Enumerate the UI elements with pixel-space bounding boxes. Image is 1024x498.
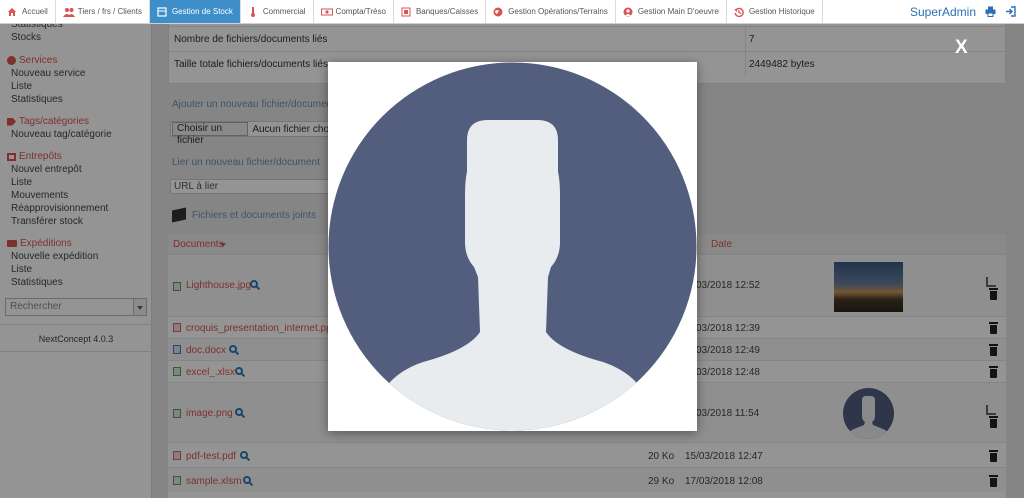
- stock-icon: [157, 6, 167, 17]
- tab-banques[interactable]: Banques/Caisses: [394, 0, 487, 23]
- user-area: SuperAdmin: [910, 0, 1024, 23]
- tab-label: Gestion Opérations/Terrains: [508, 7, 608, 16]
- tab-label: Commercial: [262, 7, 306, 16]
- tab-historique[interactable]: Gestion Historique: [727, 0, 823, 23]
- print-icon[interactable]: [985, 6, 996, 17]
- tab-label: Gestion Historique: [748, 7, 815, 16]
- tab-operations[interactable]: Gestion Opérations/Terrains: [486, 0, 616, 23]
- avatar-placeholder-image: [328, 62, 697, 431]
- users-icon: [62, 7, 75, 17]
- tab-tiers[interactable]: Tiers / frs / Clients: [56, 0, 150, 23]
- globe-icon: [493, 7, 503, 17]
- bank-icon: [401, 7, 411, 17]
- thermometer-icon: [248, 6, 258, 17]
- tab-label: Compta/Tréso: [335, 7, 386, 16]
- tab-compta[interactable]: Compta/Tréso: [314, 0, 394, 23]
- worker-icon: [623, 7, 633, 17]
- tab-label: Gestion de Stock: [171, 7, 233, 16]
- tab-label: Accueil: [22, 7, 48, 16]
- top-navigation-bar: Accueil Tiers / frs / Clients Gestion de…: [0, 0, 1024, 24]
- tab-label: Gestion Main D'oeuvre: [637, 7, 719, 16]
- username-link[interactable]: SuperAdmin: [910, 5, 976, 19]
- history-icon: [733, 7, 744, 17]
- tab-gestion-stock[interactable]: Gestion de Stock: [149, 0, 241, 23]
- tab-commercial[interactable]: Commercial: [241, 0, 314, 23]
- close-icon[interactable]: X: [955, 38, 968, 58]
- logout-icon[interactable]: [1005, 6, 1016, 17]
- tab-main-doeuvre[interactable]: Gestion Main D'oeuvre: [616, 0, 727, 23]
- home-icon: [7, 7, 17, 17]
- tab-accueil[interactable]: Accueil: [0, 0, 56, 23]
- lightbox-image-frame: [328, 62, 697, 431]
- money-icon: [320, 7, 333, 17]
- tab-label: Tiers / frs / Clients: [77, 7, 142, 16]
- tab-label: Banques/Caisses: [415, 7, 479, 16]
